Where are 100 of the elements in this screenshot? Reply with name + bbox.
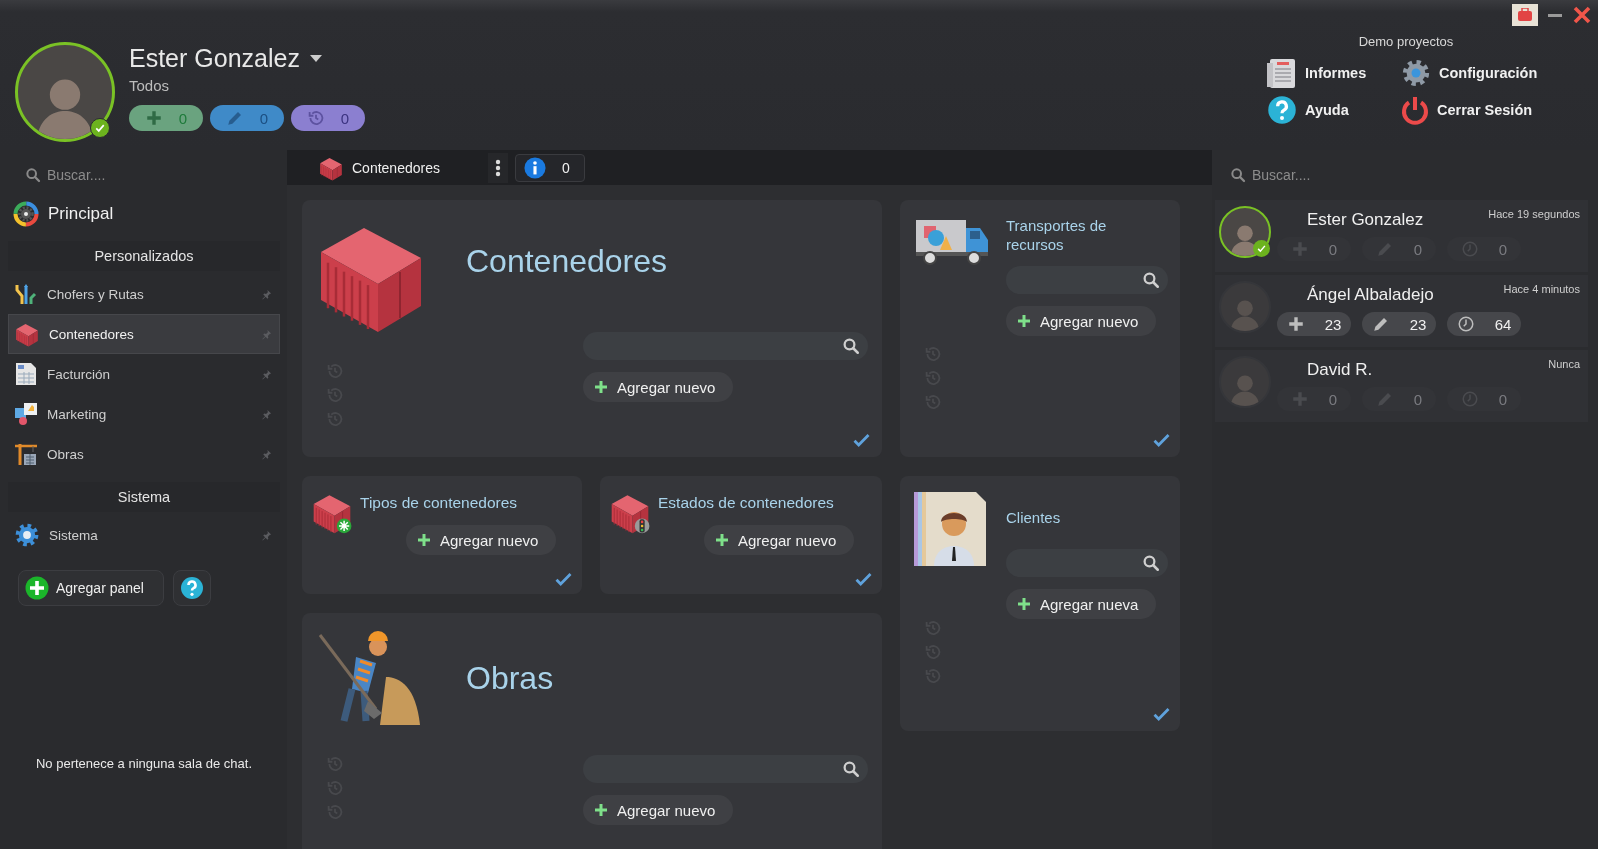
- check-icon: [1153, 707, 1170, 721]
- panel-title: Transportes de recursos: [1006, 216, 1108, 254]
- pin-icon: [261, 529, 272, 541]
- add-new-button[interactable]: Agregar nuevo: [583, 372, 734, 402]
- search-field[interactable]: [1006, 549, 1168, 577]
- counter-value: 64: [1494, 315, 1512, 333]
- panel-title: Obras: [466, 660, 554, 697]
- add-new-button[interactable]: Agregar nuevo: [1006, 306, 1157, 336]
- plus-icon: [593, 802, 609, 818]
- item-label: Chofers y Rutas: [47, 286, 145, 302]
- search-icon: [1142, 554, 1160, 572]
- item-label: Sistema: [49, 527, 99, 543]
- tab[interactable]: Contenedores: [318, 154, 488, 181]
- search-icon: [25, 167, 41, 183]
- search-field[interactable]: Buscar....: [1250, 166, 1454, 184]
- dashboard-icon: [13, 201, 39, 227]
- counter-value: 0: [259, 109, 269, 127]
- sidebar-item[interactable]: Marketing: [8, 394, 280, 434]
- help-button[interactable]: [173, 570, 211, 606]
- search-icon: [842, 760, 860, 778]
- more-options-icon[interactable]: [488, 152, 508, 183]
- pencil-icon: [225, 109, 244, 127]
- check-icon: [853, 433, 870, 447]
- help-icon: [1267, 94, 1297, 125]
- menu-link[interactable]: Configuración: [1401, 57, 1551, 88]
- close-icon: [1572, 5, 1592, 25]
- pin-icon: [261, 368, 272, 380]
- menu-link[interactable]: Cerrar Sesión: [1401, 94, 1551, 125]
- info-counter[interactable]: 0: [515, 153, 585, 182]
- counter-value: 0: [1413, 240, 1423, 258]
- pin-icon: [261, 328, 272, 340]
- plus-circle-icon: [25, 576, 49, 600]
- add-new-button[interactable]: Agregar nuevo: [704, 525, 855, 555]
- marketing-icon: [14, 402, 38, 426]
- sidebar-item[interactable]: Obras: [8, 434, 280, 474]
- search-field[interactable]: [583, 332, 868, 360]
- search-field[interactable]: [1006, 266, 1168, 294]
- pencil-icon: [1371, 315, 1390, 333]
- plus-icon: [593, 379, 609, 395]
- counter-value: 0: [340, 109, 350, 127]
- check-mark-icon: [95, 123, 105, 133]
- sidebar-item[interactable]: Principal: [8, 195, 280, 233]
- search-field[interactable]: Buscar....: [45, 166, 249, 184]
- menu-link[interactable]: Informes: [1267, 57, 1401, 88]
- panel-title: Tipos de contenedores: [360, 494, 518, 512]
- clock-icon: [1460, 390, 1479, 408]
- clock-icon: [1460, 240, 1479, 258]
- user-name: Ángel Albaladejo: [1307, 285, 1434, 305]
- info-icon: [524, 156, 546, 179]
- counter-value: 23: [1409, 315, 1427, 333]
- user-filter: Todos: [129, 77, 171, 94]
- toolbox-icon: [1516, 8, 1534, 22]
- invoice-icon: [14, 362, 38, 386]
- chat-notice: No pertenece a ninguna sala de chat.: [34, 756, 254, 771]
- user-row[interactable]: Ester Gonzalez Hace 19 segundos 0 0 0: [1215, 200, 1588, 272]
- check-mark-icon: [1257, 244, 1266, 253]
- dots-icon: [495, 158, 501, 177]
- counter-value: 0: [178, 109, 188, 127]
- menu-link[interactable]: Ayuda: [1267, 94, 1401, 125]
- add-new-button[interactable]: Agregar nueva: [1006, 589, 1157, 619]
- plus-icon: [416, 532, 432, 548]
- user-name: David R.: [1307, 360, 1373, 380]
- counter-value: 0: [1498, 390, 1508, 408]
- user-row[interactable]: David R. Nunca 0 0 0: [1215, 350, 1588, 422]
- sidebar-item[interactable]: Sistema: [8, 515, 280, 555]
- crane-icon: [14, 442, 38, 466]
- plus-icon: [714, 532, 730, 548]
- help-icon: [180, 576, 204, 600]
- user-name: Ester Gonzalez: [129, 44, 300, 73]
- pencil-icon: [1375, 240, 1394, 258]
- app-icon[interactable]: [1512, 4, 1538, 26]
- client-card-icon: [914, 492, 986, 566]
- container-icon: [14, 321, 40, 347]
- last-seen: Hace 4 minutos: [1503, 283, 1580, 295]
- search-icon: [842, 337, 860, 355]
- panel-title: Contenedores: [466, 243, 668, 280]
- document-icon: [1267, 56, 1297, 89]
- clock-icon: [1456, 315, 1475, 333]
- pin-icon: [261, 448, 272, 460]
- gear-icon: [14, 522, 40, 548]
- project-name: Demo proyectos: [1358, 34, 1454, 49]
- item-label: Obras: [47, 446, 85, 462]
- add-new-button[interactable]: Agregar nuevo: [406, 525, 557, 555]
- minimize-icon: [1548, 13, 1562, 17]
- last-seen: Nunca: [1548, 358, 1580, 370]
- check-icon: [555, 572, 572, 586]
- caret-icon: [309, 54, 322, 63]
- sidebar-item[interactable]: Contenedores: [8, 314, 280, 354]
- check-icon: [855, 572, 872, 586]
- gear-icon: [1401, 57, 1431, 88]
- sidebar-item[interactable]: Chofers y Rutas: [8, 274, 280, 314]
- add-new-button[interactable]: Agregar nuevo: [583, 795, 734, 825]
- item-label: Contenedores: [49, 326, 135, 342]
- sidebar-item[interactable]: Facturción: [8, 354, 280, 394]
- add-panel-button[interactable]: Agregar panel: [18, 570, 164, 606]
- user-row[interactable]: Ángel Albaladejo Hace 4 minutos 23 23 64: [1215, 275, 1588, 347]
- search-field[interactable]: [583, 755, 868, 783]
- item-label: Principal: [48, 204, 114, 224]
- plus-icon: [144, 109, 163, 127]
- plus-icon: [1016, 596, 1032, 612]
